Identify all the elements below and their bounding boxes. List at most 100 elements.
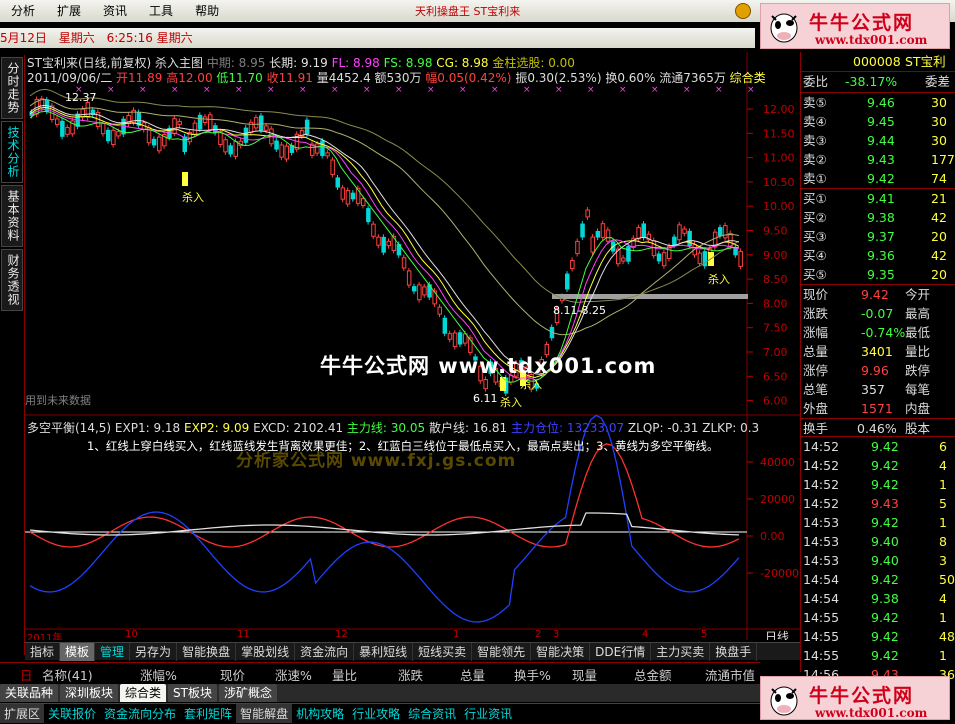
window-controls[interactable] (735, 3, 751, 19)
sell-row: 卖④ 9.45 30 (803, 114, 947, 129)
menu-analysis[interactable]: 分析 (0, 0, 46, 22)
candle (177, 120, 182, 125)
candle (172, 118, 177, 134)
tick-row: 14:52 9.43 5 (803, 496, 947, 511)
candle (157, 136, 162, 152)
stat-row: 总量 3401 量比 (803, 344, 931, 359)
indicator-tool[interactable]: 主力买卖 (651, 642, 711, 661)
candle (202, 116, 208, 123)
period-label[interactable]: 日线 (765, 628, 789, 640)
logo-url: www.tdx001.com (815, 33, 928, 47)
candle (381, 236, 386, 253)
logo-text: 牛牛公式网 (809, 685, 915, 707)
marker: × (363, 85, 371, 95)
candle (442, 317, 448, 334)
price-tick: 6.50 (763, 370, 788, 383)
marker: × (235, 85, 243, 95)
indicator-tick: 40000 (760, 456, 795, 469)
logo-banner-bottom: 牛牛公式网 www.tdx001.com (760, 676, 950, 720)
turnover-value: 0.46% (857, 421, 897, 436)
quote-value: 低11.70 (212, 71, 263, 85)
tab-intraday[interactable]: 分时走势 (1, 57, 23, 119)
buy-row: 买① 9.41 21 (803, 191, 947, 206)
candle (85, 101, 91, 118)
indicator-tool[interactable]: 资金流向 (295, 642, 355, 661)
stock-stats: 现价 9.42 今开 涨跌 -0.07 最高 涨幅 -0.74% 最低 总量 3401 量比 涨停 9.9… (801, 285, 955, 418)
tick-row: 14:52 9.42 6 (803, 439, 947, 454)
menu-help[interactable]: 帮助 (184, 0, 230, 22)
candle (570, 260, 575, 270)
status-item[interactable]: 行业攻略 (348, 704, 404, 723)
status-item[interactable]: 资金流向分布 (100, 704, 180, 723)
candle (733, 247, 738, 256)
status-item[interactable]: 智能解盘 (236, 704, 293, 723)
tab-technical[interactable]: 技术分析 (1, 121, 23, 183)
buy-row: 买④ 9.36 42 (803, 248, 947, 263)
stock-name: ST宝利 (905, 54, 946, 69)
low-label: 6.11 (473, 392, 498, 405)
indicator-tool[interactable]: 智能领先 (472, 642, 532, 661)
price-tick: 10.50 (763, 176, 795, 189)
menu-extend[interactable]: 扩展 (46, 0, 92, 22)
indicator-tool[interactable]: 暴利短线 (354, 642, 414, 661)
quote-value: 流通7365万 (655, 71, 726, 85)
candle (412, 286, 417, 292)
candle (697, 252, 703, 264)
marker: × (491, 85, 499, 95)
indicator-tool[interactable]: DDE行情 (590, 642, 652, 661)
tab-financials[interactable]: 财务透视 (1, 249, 23, 311)
weekday: 星期六 (58, 31, 95, 45)
sheet-tab[interactable]: 综合类 (120, 684, 167, 702)
sheet-tab[interactable]: 涉矿概念 (219, 684, 278, 702)
status-item[interactable]: 关联报价 (44, 704, 100, 723)
menu-tools[interactable]: 工具 (138, 0, 184, 22)
sheet-tab[interactable]: 深圳板块 (60, 684, 119, 702)
indicator-tool[interactable]: 管理 (95, 642, 131, 661)
menu-news[interactable]: 资讯 (92, 0, 138, 22)
marker: × (459, 85, 467, 95)
status-item[interactable]: 综合资讯 (404, 704, 460, 723)
candle (636, 227, 641, 240)
quote-panel: 000008 ST宝利 委比 -38.17% 委差 卖⑤ 9.46 30 卖④ 9.45… (800, 52, 955, 682)
candle (100, 122, 106, 135)
indicator-tool[interactable]: 模板 (60, 642, 96, 661)
kline-svg[interactable]: × × × × × × × × × × × × × × × × × × × × × × 12.0011.5011.0010… (25, 52, 801, 640)
stock-code: 000008 (853, 54, 901, 69)
indicator-tool[interactable]: 换盘手 (710, 642, 758, 661)
candle (565, 273, 570, 290)
indicator-tool[interactable]: 指标 (25, 642, 61, 661)
sheet-tabs: 关联品种 深圳板块 综合类 ST板块 涉矿概念 (0, 684, 760, 702)
candle (677, 224, 682, 241)
indicator-tool[interactable]: 掌股划线 (236, 642, 296, 661)
marker: × (267, 85, 275, 95)
candle (590, 236, 595, 253)
status-item[interactable]: 扩展区 (0, 704, 45, 723)
chart-title: ST宝利来(日线,前复权) 杀入主图 (27, 56, 203, 70)
marker: × (523, 85, 531, 95)
indicator-tool[interactable]: 智能决策 (531, 642, 591, 661)
tab-fundamentals[interactable]: 基本资料 (1, 185, 23, 247)
candle (116, 131, 121, 137)
sheet-tab[interactable]: 关联品种 (0, 684, 59, 702)
indicator-value: EXP1: 9.18 (114, 421, 181, 435)
indicator-tool[interactable]: 另存为 (130, 642, 178, 661)
candle (284, 145, 289, 160)
indicator-tool[interactable]: 短线买卖 (413, 642, 473, 661)
date-bar: 5月12日 星期六 6:25:16 星期六 (0, 28, 755, 48)
status-item[interactable]: 行业资讯 (460, 704, 516, 723)
candle (483, 378, 488, 390)
sell-label-1: 杀入 (182, 191, 204, 204)
indicator-values: EXP1: 9.18 EXP2: 9.09 EXCD: 2102.41 主力线:… (115, 421, 759, 435)
stat-row: 涨停 9.96 跌停 (803, 363, 931, 378)
stat-row: 现价 9.42 今开 (803, 287, 931, 302)
candle (233, 141, 238, 157)
status-item[interactable]: 机构攻略 (292, 704, 348, 723)
stat-row: 总笔 357 每笔 (803, 382, 931, 397)
candle (422, 286, 427, 296)
status-item[interactable]: 套利矩阵 (180, 704, 236, 723)
candle (437, 306, 442, 315)
sheet-tab[interactable]: ST板块 (168, 684, 217, 702)
indicator-tool[interactable]: 智能换盘 (177, 642, 237, 661)
chart-area[interactable]: × × × × × × × × × × × × × × × × × × × × × × 12.00 11.50 11.00 10… (25, 52, 801, 640)
candle (80, 108, 85, 118)
